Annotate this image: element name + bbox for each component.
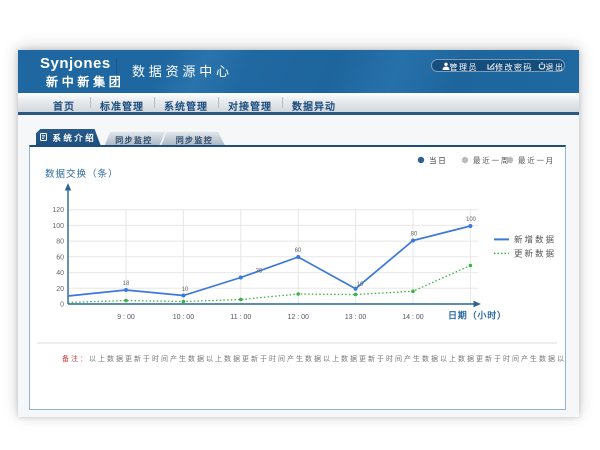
- svg-text:40: 40: [56, 270, 64, 277]
- svg-text:20: 20: [56, 286, 64, 293]
- svg-text:35: 35: [256, 269, 263, 275]
- svg-text:10 : 00: 10 : 00: [173, 314, 195, 321]
- svg-text:更新数据: 更新数据: [514, 249, 556, 259]
- svg-text:13 : 00: 13 : 00: [345, 314, 367, 321]
- svg-text:100: 100: [466, 217, 477, 223]
- svg-text:10: 10: [357, 282, 364, 288]
- svg-text:最近一月: 最近一月: [518, 155, 555, 165]
- svg-text:数据交换（条）: 数据交换（条）: [45, 168, 119, 180]
- svg-text:80: 80: [411, 232, 418, 238]
- svg-text:80: 80: [56, 239, 64, 246]
- svg-text:60: 60: [295, 248, 302, 254]
- svg-text:100: 100: [52, 223, 64, 230]
- svg-text:0: 0: [60, 302, 64, 309]
- svg-text:60: 60: [56, 254, 64, 261]
- svg-text:当日: 当日: [429, 155, 448, 165]
- svg-text:日期（小时）: 日期（小时）: [448, 310, 507, 321]
- svg-text:12 : 00: 12 : 00: [287, 314, 309, 321]
- svg-text:14 : 00: 14 : 00: [402, 314, 424, 321]
- svg-text:9 : 00: 9 : 00: [117, 314, 135, 321]
- svg-text:120: 120: [52, 207, 64, 214]
- svg-text:18: 18: [123, 281, 130, 287]
- svg-text:11 : 00: 11 : 00: [230, 314, 251, 321]
- svg-text:备注：以上数据更新于时间产生数据以上数据更新于时间产生数据以: 备注：以上数据更新于时间产生数据以上数据更新于时间产生数据以上数据更新于时间产生…: [62, 354, 565, 363]
- svg-text:最近一周: 最近一周: [473, 155, 510, 165]
- svg-text:新增数据: 新增数据: [514, 235, 556, 245]
- svg-text:10: 10: [182, 287, 189, 293]
